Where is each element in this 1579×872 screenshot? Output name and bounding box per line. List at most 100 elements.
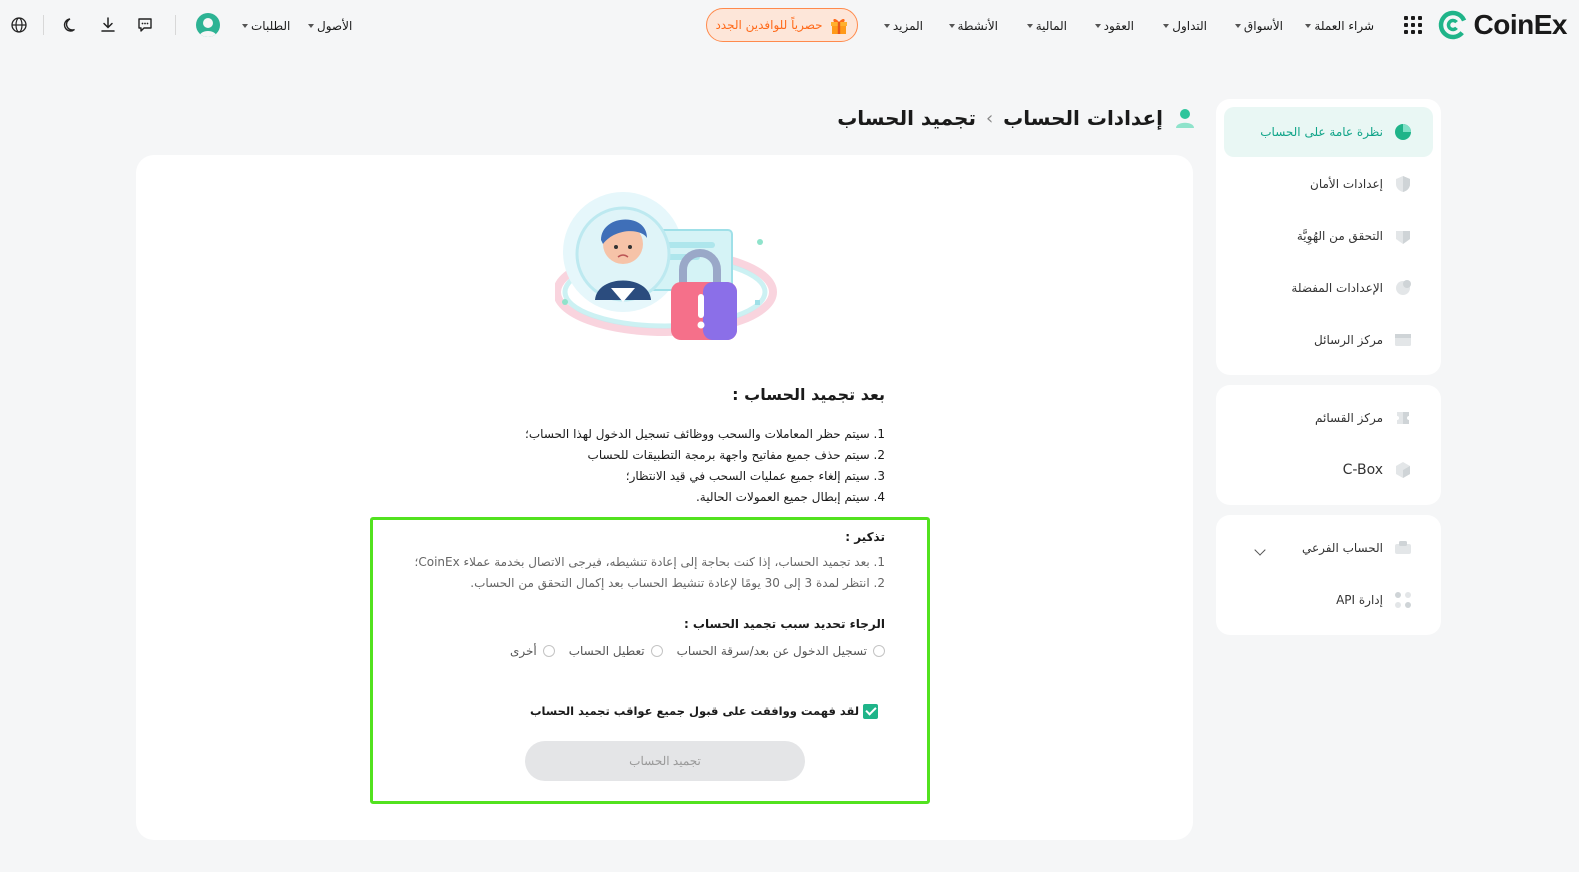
breadcrumb-separator: › bbox=[985, 107, 994, 129]
download-icon[interactable] bbox=[98, 15, 118, 35]
freeze-reason-radio-group: تسجيل الدخول عن بعد/سرقة الحساب تعطيل ال… bbox=[510, 642, 885, 660]
sidebar-item-preferences[interactable]: الإعدادات المفضلة bbox=[1224, 263, 1433, 313]
radio-label: تسجيل الدخول عن بعد/سرقة الحساب bbox=[676, 644, 867, 658]
radio-button[interactable] bbox=[650, 645, 663, 657]
nav-label: الأسواق bbox=[1243, 19, 1283, 33]
nav-label: شراء العملة bbox=[1314, 19, 1374, 33]
sidebar-item-label: الإعدادات المفضلة bbox=[1291, 281, 1383, 295]
chevron-down-icon[interactable] bbox=[1254, 544, 1266, 556]
reason-option-disable-account[interactable]: تعطيل الحساب bbox=[569, 642, 663, 660]
identity-icon bbox=[1396, 231, 1410, 244]
coinex-logo-icon bbox=[1438, 10, 1467, 40]
promo-label: حصرياً للوافدين الجدد bbox=[715, 18, 823, 32]
chevron-down-icon bbox=[308, 24, 314, 28]
apps-grid-icon[interactable] bbox=[1403, 15, 1423, 35]
shield-icon bbox=[1396, 176, 1410, 192]
radio-button[interactable] bbox=[542, 645, 555, 657]
radio-label: تعطيل الحساب bbox=[568, 644, 645, 658]
nav-activities[interactable]: الأنشطة bbox=[948, 16, 999, 36]
reminder-title: تذكير : bbox=[845, 530, 885, 544]
list-item: 1. بعد تجميد الحساب، إذا كنت بحاجة إلى إ… bbox=[414, 555, 885, 569]
chevron-down-icon bbox=[1094, 24, 1101, 28]
sidebar-item-api-management[interactable]: إدارة API bbox=[1224, 575, 1433, 625]
nav-markets[interactable]: الأسواق bbox=[1234, 16, 1283, 36]
list-item: 2. سيتم حذف جميع مفاتيح واجهة برمجة التط… bbox=[587, 448, 885, 462]
account-lock-illustration bbox=[555, 192, 777, 340]
chevron-down-icon bbox=[1305, 24, 1312, 28]
user-avatar[interactable] bbox=[196, 13, 220, 37]
agree-label: لقد فهمت ووافقت على قبول جميع عواقب تجمي… bbox=[530, 704, 860, 718]
sidebar-item-label: نظرة عامة على الحساب bbox=[1260, 125, 1383, 139]
freeze-reason-title: الرجاء تحديد سبب تجميد الحساب : bbox=[683, 617, 885, 631]
nav-more[interactable]: المزيد bbox=[883, 16, 923, 36]
nav-label: المالية bbox=[1035, 19, 1067, 33]
sidebar-item-account-overview[interactable]: نظرة عامة على الحساب bbox=[1224, 107, 1433, 157]
avatar-icon bbox=[199, 18, 217, 37]
overview-icon bbox=[1395, 124, 1411, 140]
breadcrumb-account-settings[interactable]: إعدادات الحساب bbox=[1003, 106, 1163, 130]
coinex-logo[interactable]: CoinEx bbox=[1438, 8, 1568, 42]
sidebar-account-menu: نظرة عامة على الحساب إعدادات الأمان التح… bbox=[1216, 99, 1441, 375]
chevron-down-icon bbox=[1026, 24, 1033, 28]
cbox-icon bbox=[1396, 462, 1410, 478]
sidebar-item-label: مركز القسائم bbox=[1315, 411, 1383, 425]
list-item: 1. سيتم حظر المعاملات والسحب ووظائف تسجي… bbox=[525, 427, 885, 441]
nav-orders[interactable]: الطلبات bbox=[242, 16, 290, 36]
sidebar-item-message-center[interactable]: مركز الرسائل bbox=[1224, 315, 1433, 365]
chevron-down-icon bbox=[1234, 24, 1241, 28]
sidebar-item-label: إدارة API bbox=[1336, 593, 1383, 607]
sidebar-item-label: إعدادات الأمان bbox=[1310, 177, 1383, 191]
sidebar-item-label: التحقق من الهُوِيَّة bbox=[1296, 229, 1383, 243]
preferences-icon bbox=[1396, 280, 1411, 295]
nav-label: التداول bbox=[1172, 19, 1207, 33]
page-title: تجميد الحساب bbox=[837, 106, 976, 130]
nav-label: الأنشطة bbox=[957, 19, 999, 33]
message-icon bbox=[1395, 334, 1411, 346]
dark-mode-moon-icon[interactable] bbox=[61, 15, 81, 35]
freeze-consequences-list: 1. سيتم حظر المعاملات والسحب ووظائف تسجي… bbox=[525, 424, 885, 508]
reminder-list: 1. بعد تجميد الحساب، إذا كنت بحاجة إلى إ… bbox=[415, 552, 885, 594]
top-navigation-bar: CoinEx شراء العملة الأسواق التداول العقو… bbox=[0, 0, 1579, 50]
nav-label: الطلبات bbox=[251, 19, 291, 33]
language-globe-icon[interactable] bbox=[9, 15, 29, 35]
after-freeze-title: بعد تجميد الحساب : bbox=[732, 385, 885, 404]
sidebar-item-security-settings[interactable]: إعدادات الأمان bbox=[1224, 159, 1433, 209]
list-item: 4. سيتم إبطال جميع العمولات الحالية. bbox=[695, 490, 885, 504]
chevron-down-icon bbox=[883, 24, 890, 28]
brand-name: CoinEx bbox=[1473, 9, 1568, 40]
subaccount-icon bbox=[1395, 541, 1411, 554]
sidebar-item-identity-verification[interactable]: التحقق من الهُوِيَّة bbox=[1224, 211, 1433, 261]
list-item: 3. سيتم إلغاء جميع عمليات السحب في قيد ا… bbox=[625, 469, 885, 483]
api-icon bbox=[1395, 592, 1411, 608]
sidebar-rewards-menu: مركز القسائم C-Box bbox=[1216, 385, 1441, 505]
nav-assets[interactable]: الأصول bbox=[308, 16, 352, 36]
divider bbox=[43, 15, 44, 35]
nav-buy-crypto[interactable]: شراء العملة bbox=[1305, 16, 1374, 36]
nav-trade[interactable]: التداول bbox=[1163, 16, 1207, 36]
radio-label: أخرى bbox=[509, 644, 537, 658]
account-user-icon bbox=[1176, 109, 1194, 128]
breadcrumb: إعدادات الحساب › تجميد الحساب bbox=[837, 104, 1197, 132]
list-item: 2. انتظر لمدة 3 إلى 30 يومًا لإعادة تنشي… bbox=[470, 576, 885, 590]
sidebar-item-cbox[interactable]: C-Box bbox=[1224, 445, 1433, 495]
nav-futures[interactable]: العقود bbox=[1094, 16, 1134, 36]
sidebar-item-coupon-center[interactable]: مركز القسائم bbox=[1224, 393, 1433, 443]
nav-finance[interactable]: المالية bbox=[1026, 16, 1067, 36]
sidebar-item-label: مركز الرسائل bbox=[1314, 333, 1383, 347]
nav-label: العقود bbox=[1103, 19, 1134, 33]
chevron-down-icon bbox=[1163, 24, 1170, 28]
radio-button[interactable] bbox=[873, 645, 885, 657]
reason-option-other[interactable]: أخرى bbox=[510, 642, 555, 660]
freeze-account-button[interactable]: تجميد الحساب bbox=[525, 741, 805, 781]
checkbox-checked[interactable] bbox=[863, 703, 879, 719]
message-chat-icon[interactable] bbox=[135, 15, 155, 35]
sidebar-subaccount-menu: الحساب الفرعي إدارة API bbox=[1216, 515, 1441, 635]
nav-label: المزيد bbox=[892, 19, 923, 33]
reason-option-remote-login[interactable]: تسجيل الدخول عن بعد/سرقة الحساب bbox=[677, 642, 885, 660]
agree-consequences-checkbox[interactable]: لقد فهمت ووافقت على قبول جميع عواقب تجمي… bbox=[530, 702, 879, 720]
gift-icon bbox=[830, 18, 847, 34]
sidebar-item-sub-account[interactable]: الحساب الفرعي bbox=[1224, 523, 1433, 573]
chevron-down-icon bbox=[948, 24, 955, 28]
new-user-promo-button[interactable]: حصرياً للوافدين الجدد bbox=[706, 8, 858, 42]
sidebar-item-label: C-Box bbox=[1342, 462, 1383, 478]
